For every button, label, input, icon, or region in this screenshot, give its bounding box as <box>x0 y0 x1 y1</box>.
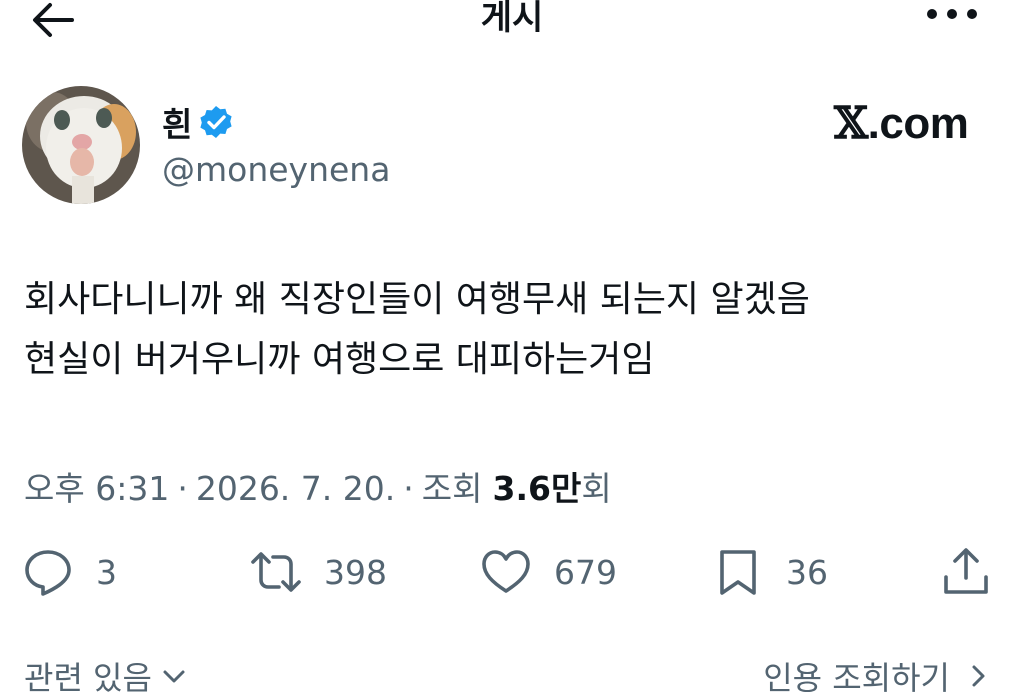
like-count: 679 <box>554 552 617 592</box>
bookmark-icon <box>712 546 764 598</box>
views-count: 3.6만 <box>492 469 582 508</box>
avatar[interactable] <box>22 86 140 204</box>
top-bar: 게시 <box>0 0 1024 42</box>
chevron-down-icon <box>163 670 185 683</box>
verified-badge-icon <box>198 104 234 140</box>
views-suffix: 회 <box>581 469 612 508</box>
quotes-label: 인용 조회하기 <box>763 659 950 696</box>
more-button[interactable] <box>924 0 980 28</box>
tweet-detail-page: 게시 흰 @moneynena 𝕏.com 회사다니니까 왜 직장인들이 여행무… <box>0 0 1024 696</box>
cat-avatar-image <box>22 86 140 204</box>
tweet-time[interactable]: 오후 6:31 <box>24 462 169 510</box>
bookmark-button[interactable]: 36 <box>712 540 828 604</box>
retweet-button[interactable]: 398 <box>250 540 387 604</box>
more-horizontal-icon <box>924 9 980 32</box>
author-handle[interactable]: @moneynena <box>162 150 390 189</box>
share-icon <box>940 546 992 598</box>
retweet-icon <box>250 546 302 598</box>
page-title: 게시 <box>480 0 544 38</box>
chevron-right-icon <box>972 665 985 687</box>
display-name-row: 흰 <box>162 100 234 144</box>
related-toggle[interactable]: 관련 있음 <box>24 654 188 696</box>
reply-button[interactable]: 3 <box>22 540 117 604</box>
related-label: 관련 있음 <box>24 659 152 696</box>
views-label: 조회 <box>421 469 483 508</box>
heart-icon <box>480 546 532 598</box>
like-button[interactable]: 679 <box>480 540 617 604</box>
action-bar: 3 398 679 36 <box>0 540 1024 604</box>
tweet-date[interactable]: 2026. 7. 20. <box>196 469 395 508</box>
meta-separator: · <box>403 469 414 508</box>
reply-icon <box>22 546 74 598</box>
brand-x-letter: 𝕏 <box>834 98 868 149</box>
view-quotes-link[interactable]: 인용 조회하기 <box>763 654 992 696</box>
bookmark-count: 36 <box>786 552 828 592</box>
brand-suffix: .com <box>867 99 969 148</box>
brand-logo: 𝕏.com <box>834 98 969 149</box>
tweet-meta: 오후 6:31 · 2026. 7. 20. · 조회 3.6만 회 <box>24 462 612 510</box>
share-button[interactable] <box>940 540 992 604</box>
meta-separator: · <box>177 469 188 508</box>
reply-count: 3 <box>96 552 117 592</box>
display-name[interactable]: 흰 <box>162 98 192 146</box>
retweet-count: 398 <box>324 552 387 592</box>
tweet-text: 회사다니니까 왜 직장인들이 여행무새 되는지 알겠음 현실이 버거우니까 여행… <box>24 279 810 380</box>
